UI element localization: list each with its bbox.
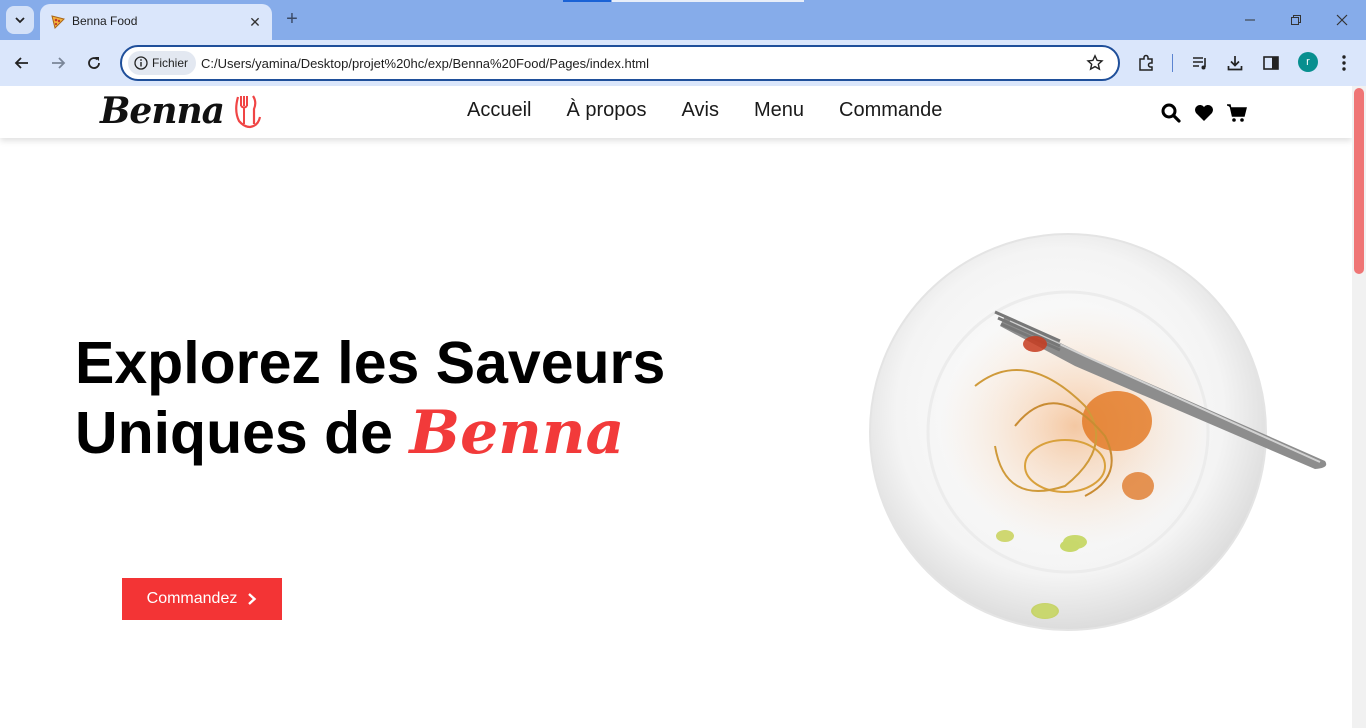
logo-text: Benna: [100, 90, 225, 132]
nav-link-a-propos[interactable]: À propos: [566, 99, 646, 122]
search-icon[interactable]: [1160, 102, 1182, 124]
site-info-chip[interactable]: Fichier: [128, 51, 197, 75]
tab-strip: Benna Food ✕ +: [0, 0, 1366, 40]
browser-toolbar: Fichier C:/Users/yamina/Desktop/projet%2…: [0, 40, 1366, 86]
bookmark-star-icon[interactable]: [1086, 54, 1104, 72]
logo[interactable]: Benna: [100, 88, 262, 134]
extensions-icon[interactable]: [1135, 52, 1157, 74]
hero-title-line2: Uniques de Benna: [75, 398, 665, 468]
close-window-icon[interactable]: [1322, 8, 1362, 32]
back-arrow-icon[interactable]: [9, 50, 35, 76]
fork-knife-logo-icon: [235, 95, 262, 129]
info-icon: [134, 56, 148, 70]
address-bar[interactable]: Fichier C:/Users/yamina/Desktop/projet%2…: [120, 45, 1120, 81]
hero-title: Explorez les Saveurs Uniques de Benna: [75, 328, 665, 468]
restore-icon[interactable]: [1276, 8, 1316, 32]
hero-brand-word: Benna: [409, 398, 625, 468]
minimize-icon[interactable]: [1230, 8, 1270, 32]
nav-link-accueil[interactable]: Accueil: [467, 99, 531, 122]
site-chip-label: Fichier: [152, 56, 189, 70]
browser-tab[interactable]: Benna Food ✕: [40, 4, 272, 40]
heart-icon[interactable]: [1193, 102, 1215, 124]
order-button[interactable]: Commandez: [122, 578, 282, 620]
close-tab-icon[interactable]: ✕: [246, 13, 264, 31]
nav-link-avis[interactable]: Avis: [682, 99, 719, 122]
page-scrollbar[interactable]: [1352, 86, 1366, 728]
strip-indicator-secondary: [612, 0, 804, 2]
main-nav: Accueil À propos Avis Menu Commande: [467, 99, 977, 122]
site-header: Benna Accueil À propos Avis Menu Command…: [0, 86, 1352, 138]
order-button-label: Commandez: [146, 590, 238, 607]
download-icon[interactable]: [1224, 52, 1246, 74]
hero-title-prefix: Uniques de: [75, 400, 410, 466]
toolbar-separator: [1172, 54, 1173, 72]
chevron-down-icon: [15, 17, 25, 24]
profile-avatar[interactable]: r: [1298, 52, 1318, 72]
cart-icon[interactable]: [1226, 102, 1248, 124]
hero-title-line1: Explorez les Saveurs: [75, 330, 666, 396]
chevron-right-icon: [248, 593, 257, 605]
reload-icon[interactable]: [81, 50, 107, 76]
new-tab-icon[interactable]: +: [282, 9, 302, 31]
url-text[interactable]: C:/Users/yamina/Desktop/projet%20hc/exp/…: [201, 56, 649, 71]
media-queue-icon[interactable]: [1189, 52, 1211, 74]
strip-indicator: [563, 0, 611, 2]
nav-link-menu[interactable]: Menu: [754, 99, 804, 122]
page-viewport: Benna Accueil À propos Avis Menu Command…: [0, 86, 1352, 728]
side-panel-icon[interactable]: [1260, 52, 1282, 74]
pizza-icon: [51, 15, 65, 29]
plate-image: [869, 233, 1327, 631]
forward-arrow-icon[interactable]: [45, 50, 71, 76]
tab-title: Benna Food: [72, 14, 138, 28]
scrollbar-thumb[interactable]: [1354, 88, 1364, 274]
nav-link-commande[interactable]: Commande: [839, 99, 942, 122]
tab-search-button[interactable]: [6, 6, 34, 34]
more-menu-icon[interactable]: [1333, 52, 1355, 74]
